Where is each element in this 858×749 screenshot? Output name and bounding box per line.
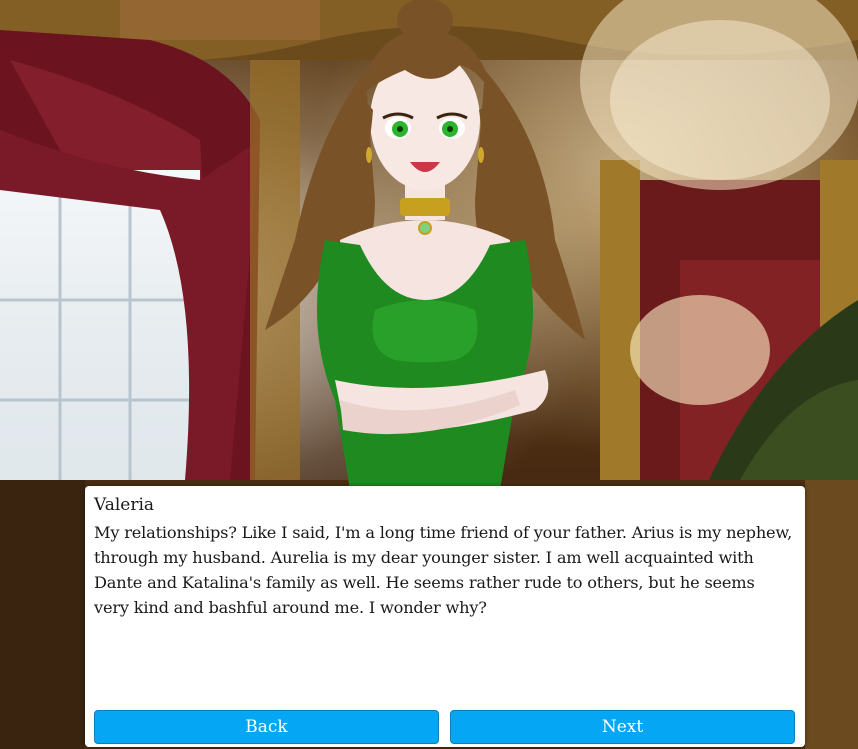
- game-scene: Valeria My relationships? Like I said, I…: [0, 0, 858, 749]
- dialogue-text: My relationships? Like I said, I'm a lon…: [94, 523, 793, 617]
- character-valeria-sprite: [265, 0, 585, 490]
- next-button[interactable]: Next: [450, 710, 795, 744]
- speaker-name: Valeria: [94, 495, 155, 515]
- dialogue-box: Valeria My relationships? Like I said, I…: [85, 486, 805, 747]
- back-button[interactable]: Back: [94, 710, 439, 744]
